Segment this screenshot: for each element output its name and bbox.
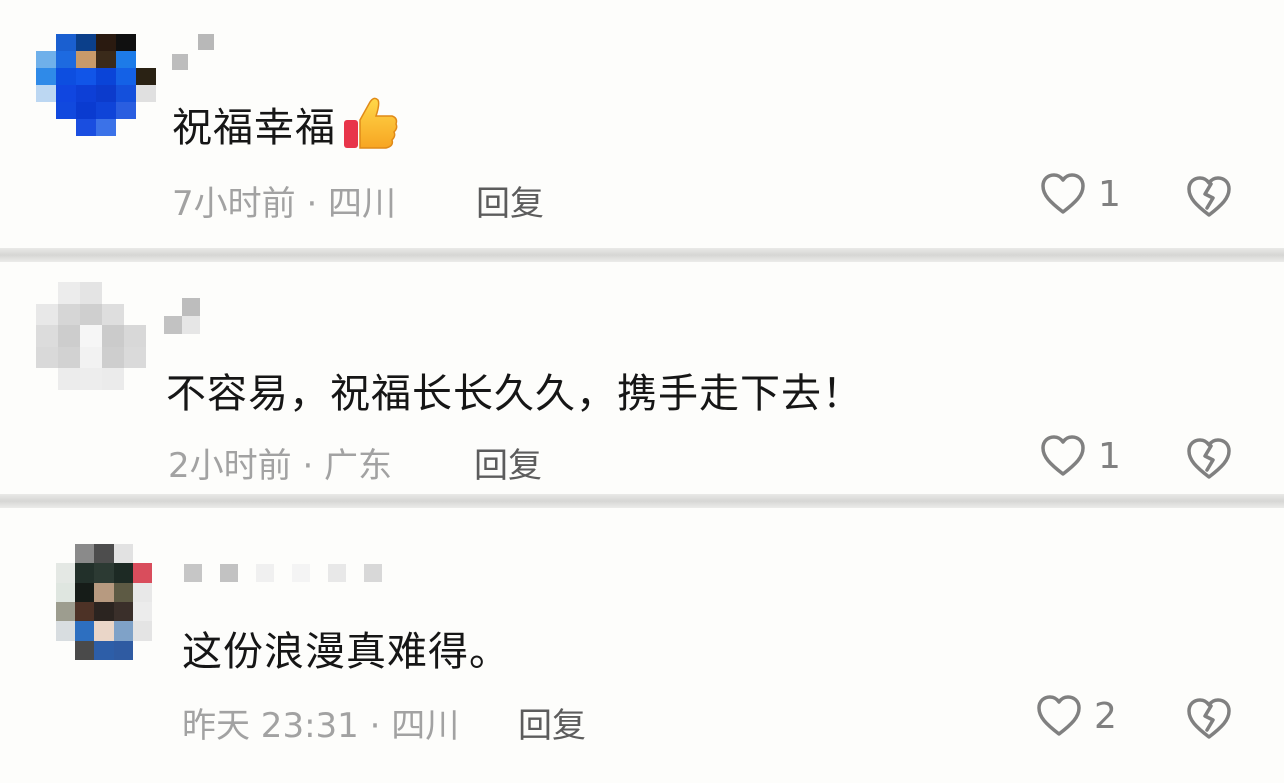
reply-button[interactable]: 回复 [474,438,542,487]
comment-item: 不容易，祝福长长久久，携手走下去！ 2小时前 · 广东 回复 1 [0,262,1284,494]
broken-heart-icon[interactable] [1186,696,1232,742]
like-count: 1 [1098,173,1121,215]
reply-button[interactable]: 回复 [476,176,544,225]
heart-icon [1041,435,1085,476]
broken-heart-icon[interactable] [1186,436,1232,482]
broken-heart-icon[interactable] [1186,174,1232,220]
like-button[interactable]: 1 [1040,434,1121,478]
like-count: 2 [1094,695,1117,737]
heart-icon [1041,173,1085,214]
like-button[interactable]: 1 [1040,172,1121,216]
comment-meta: 昨天 23:31 · 四川 [182,706,460,746]
avatar[interactable] [36,34,156,136]
comment-text: 不容易，祝福长长久久，携手走下去！ [166,371,863,417]
like-button[interactable]: 2 [1036,694,1117,738]
comment-text: 这份浪漫真难得。 [182,629,510,675]
divider [0,494,1284,508]
reply-button[interactable]: 回复 [518,698,586,747]
username-masked[interactable] [164,298,200,334]
comment-meta: 2小时前 · 广东 [168,446,393,486]
comment-item: 这份浪漫真难得。 昨天 23:31 · 四川 回复 2 [0,508,1284,783]
avatar[interactable] [56,544,152,660]
avatar[interactable] [36,282,146,390]
comment-meta: 7小时前 · 四川 [172,184,397,224]
like-count: 1 [1098,435,1121,477]
heart-icon [1037,695,1081,736]
thumbs-up-icon [344,97,398,149]
username-masked[interactable] [184,564,382,588]
comment-text: 祝福幸福 [172,94,400,154]
username-masked[interactable] [172,34,214,70]
divider [0,248,1284,262]
comment-item: 祝福幸福 7小时前 · 四川 回复 1 [0,0,1284,248]
comment-text-content: 祝福幸福 [172,105,336,151]
